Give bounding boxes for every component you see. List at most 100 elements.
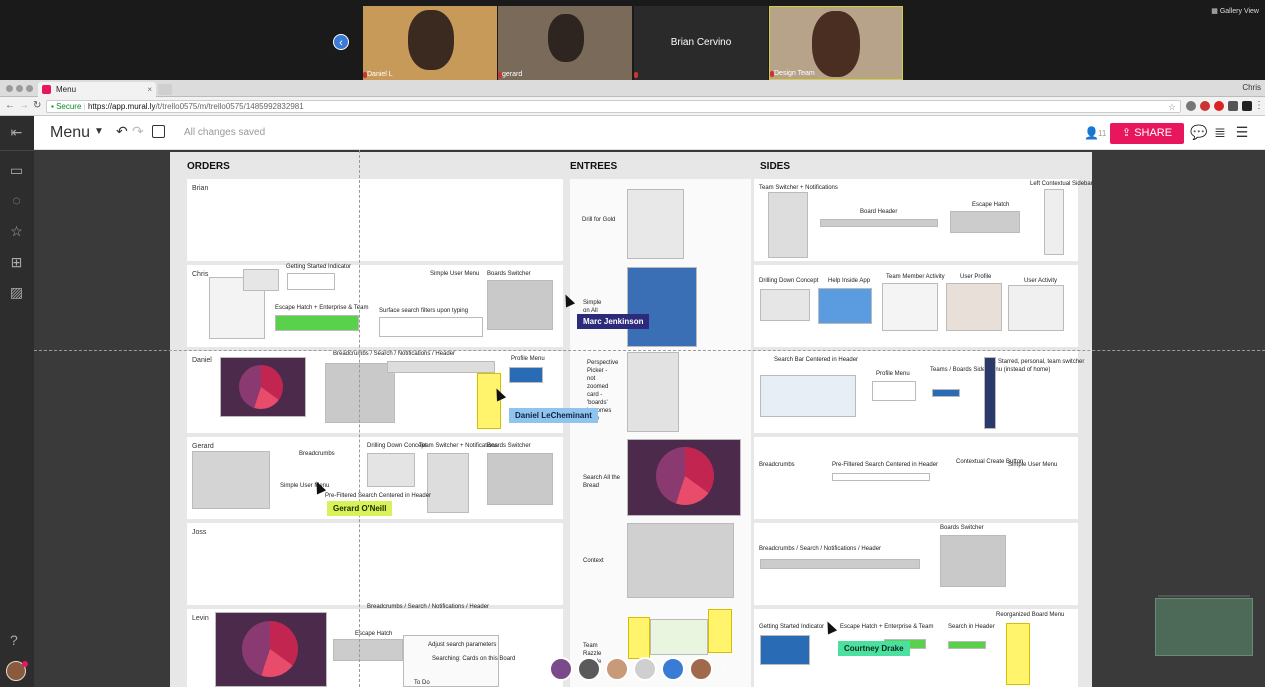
window-close-button[interactable] — [6, 85, 13, 92]
share-button[interactable]: ⇪ SHARE — [1110, 123, 1184, 144]
extension-icon[interactable] — [1228, 101, 1238, 111]
order-row-chris[interactable]: Chris Getting Started Indicator Simple U… — [187, 264, 563, 347]
entrees-column[interactable]: Drill for Gold Simple on All Sides Persp… — [570, 179, 751, 687]
reload-icon[interactable]: ↻ — [33, 100, 41, 111]
sketch-thumbnail[interactable] — [367, 453, 415, 487]
sketch-thumbnail[interactable] — [275, 315, 359, 331]
video-tile-daniel[interactable]: Daniel L — [363, 6, 497, 80]
video-tile-design-team[interactable]: Design Team — [769, 6, 903, 80]
sketch-thumbnail[interactable] — [287, 273, 335, 290]
sticky-note-icon[interactable]: ▭ — [8, 162, 25, 179]
zoom-slider[interactable] — [1158, 595, 1250, 597]
video-tile-gerard[interactable]: gerard — [498, 6, 632, 80]
sketch-thumbnail[interactable] — [1044, 189, 1064, 255]
sides-row-4[interactable]: Breadcrumbs Pre-Filtered Search Centered… — [754, 437, 1078, 519]
bookmark-star-icon[interactable]: ☆ — [1168, 101, 1176, 113]
collaborator-avatar[interactable] — [605, 657, 629, 681]
sides-row-1[interactable]: Team Switcher + Notifications Board Head… — [754, 179, 1093, 261]
sketch-thumbnail[interactable] — [325, 363, 395, 423]
screenshot-thumbnail[interactable] — [1008, 285, 1064, 331]
exit-icon[interactable]: ⇤ — [8, 124, 25, 141]
order-row-brian[interactable]: Brian — [187, 179, 563, 261]
sketch-thumbnail[interactable] — [509, 367, 543, 383]
sketch-thumbnail[interactable] — [950, 211, 1020, 233]
sides-row-6[interactable]: Getting Started Indicator Escape Hatch +… — [754, 609, 1078, 687]
sides-row-2[interactable]: Drilling Down Concept Help Inside App Te… — [754, 265, 1078, 347]
screenshot-thumbnail[interactable] — [760, 375, 856, 417]
order-row-daniel[interactable]: Daniel Breadcrumbs / Search / Notificati… — [187, 351, 563, 433]
browser-tab[interactable]: Menu × — [38, 82, 156, 97]
sketch-thumbnail[interactable] — [627, 352, 679, 432]
star-icon[interactable]: ☆ — [8, 223, 25, 240]
sides-row-3[interactable]: Search Bar Centered in Header Profile Me… — [754, 351, 1084, 433]
back-arrow-icon[interactable]: ‹ — [333, 34, 349, 50]
redo-icon[interactable]: ↷ — [132, 123, 144, 140]
sketch-thumbnail[interactable] — [760, 559, 920, 569]
new-tab-button[interactable] — [158, 84, 172, 95]
mural-title[interactable]: Menu — [50, 124, 90, 142]
chevron-right-icon[interactable]: › — [721, 660, 726, 676]
sketch-thumbnail[interactable] — [940, 535, 1006, 587]
order-row-levin[interactable]: Levin Breadcrumbs / Search / Notificatio… — [187, 604, 563, 687]
collaborator-avatar[interactable] — [549, 657, 573, 681]
sketch-thumbnail[interactable] — [333, 639, 403, 661]
sketch-thumbnail[interactable] — [932, 389, 960, 397]
outline-list-icon[interactable]: ☰ — [1234, 124, 1250, 140]
outline-icon[interactable] — [152, 125, 165, 138]
search-popup-sketch[interactable]: Adjust search parameters Searching: Card… — [403, 635, 515, 687]
sticky-note[interactable] — [628, 617, 650, 659]
gallery-view-button[interactable]: ▦ Gallery View — [1211, 7, 1259, 15]
collaborator-avatar[interactable] — [661, 657, 685, 681]
window-maximize-button[interactable] — [26, 85, 33, 92]
chrome-menu-icon[interactable]: ⋮ — [1254, 100, 1264, 111]
extension-icon[interactable] — [1186, 101, 1196, 111]
sketch-thumbnail[interactable] — [872, 381, 916, 401]
chevron-down-icon[interactable]: ▼ — [94, 126, 104, 137]
undo-icon[interactable]: ↶ — [116, 123, 128, 140]
sides-row-5[interactable]: Breadcrumbs / Search / Notifications / H… — [754, 523, 1078, 605]
collaborator-avatar[interactable] — [689, 657, 713, 681]
collaborator-avatar[interactable] — [633, 657, 657, 681]
adblock-icon[interactable] — [1214, 101, 1224, 111]
sketch-thumbnail[interactable] — [192, 451, 270, 509]
activity-icon[interactable]: ≣ — [1212, 124, 1228, 140]
sticky-note[interactable] — [708, 609, 732, 653]
pocket-icon[interactable] — [1200, 101, 1210, 111]
back-icon[interactable]: ← — [5, 100, 15, 111]
browser-user-name[interactable]: Chris — [1242, 83, 1261, 92]
screenshot-thumbnail[interactable] — [946, 283, 1002, 331]
sketch-thumbnail[interactable] — [768, 192, 808, 258]
sketch-thumbnail[interactable] — [820, 219, 938, 227]
screenshot-thumbnail[interactable] — [627, 267, 697, 347]
sketch-thumbnail[interactable] — [760, 289, 810, 321]
sketch-thumbnail[interactable] — [487, 280, 553, 330]
screenshot-thumbnail[interactable] — [984, 357, 996, 429]
screenshot-thumbnail[interactable] — [882, 283, 938, 331]
order-row-joss[interactable]: Joss — [187, 523, 563, 605]
chat-icon[interactable]: 💬 — [1190, 124, 1207, 140]
minimap[interactable] — [1155, 598, 1253, 656]
screenshot-thumbnail[interactable] — [760, 635, 810, 665]
close-tab-icon[interactable]: × — [147, 82, 152, 97]
sketch-thumbnail[interactable] — [427, 453, 469, 513]
sketch-thumbnail[interactable] — [627, 189, 684, 259]
grid-icon[interactable]: ⊞ — [8, 254, 25, 271]
url-field[interactable]: ▪ Secure | https://app.mural.ly/t/trello… — [46, 100, 1181, 113]
collaborator-avatar[interactable] — [577, 657, 601, 681]
forward-icon[interactable]: → — [19, 100, 29, 111]
sketch-thumbnail[interactable] — [948, 641, 986, 649]
sketch-thumbnail[interactable] — [832, 473, 930, 481]
video-tile-brian[interactable]: Brian Cervino — [634, 6, 768, 80]
image-icon[interactable]: ▨ — [8, 284, 25, 301]
sketch-thumbnail[interactable] — [487, 453, 553, 505]
sketch-thumbnail[interactable] — [387, 361, 495, 373]
help-icon[interactable]: ? — [10, 632, 18, 648]
sketch-thumbnail[interactable] — [627, 523, 734, 598]
window-minimize-button[interactable] — [16, 85, 23, 92]
people-icon[interactable]: 👤 — [1084, 126, 1099, 140]
screenshot-thumbnail[interactable] — [818, 288, 872, 324]
sticky-note[interactable] — [1006, 623, 1030, 685]
sketch-thumbnail[interactable] — [650, 619, 708, 655]
extension-icon[interactable] — [1242, 101, 1252, 111]
sketch-thumbnail[interactable] — [243, 269, 279, 291]
